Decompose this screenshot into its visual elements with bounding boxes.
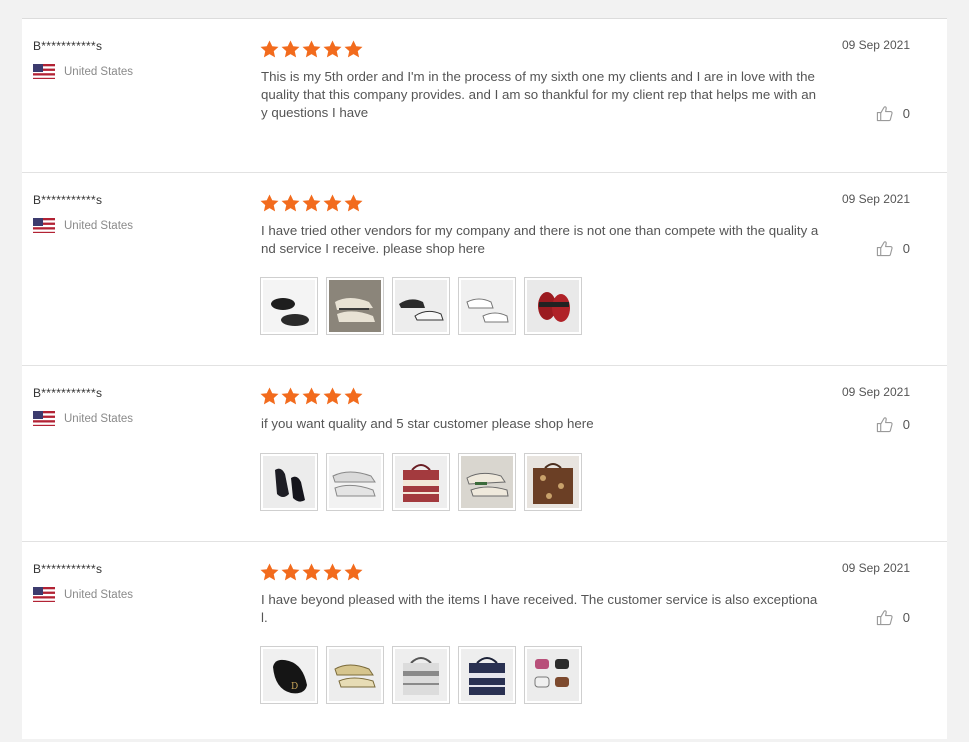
thumbs-up-icon[interactable] — [876, 609, 893, 626]
review-photo[interactable] — [524, 646, 582, 704]
review-photo[interactable] — [524, 453, 582, 511]
review-date: 09 Sep 2021 — [841, 192, 910, 206]
star-icon — [260, 387, 279, 405]
star-icon — [323, 387, 342, 405]
review-item: B***********s United States I have tried… — [22, 173, 947, 366]
thumbs-up-icon[interactable] — [876, 240, 893, 257]
review-photo[interactable] — [458, 453, 516, 511]
star-icon — [260, 40, 279, 58]
country-label: United States — [64, 219, 134, 232]
star-icon — [260, 194, 279, 212]
reviewer-country: United States — [33, 64, 133, 79]
review-photo[interactable] — [392, 646, 450, 704]
review-photos — [260, 453, 582, 511]
like-count: 0 — [902, 417, 910, 432]
reviews-panel: B***********s United States This is my 5… — [22, 18, 947, 739]
like-button[interactable]: 0 — [876, 240, 910, 257]
star-rating — [260, 194, 363, 212]
star-icon — [323, 563, 342, 581]
star-icon — [323, 40, 342, 58]
reviewer-name: B***********s — [33, 386, 103, 400]
review-item: B***********s United States I have beyon… — [22, 542, 947, 742]
review-photos: D — [260, 646, 582, 704]
review-photo[interactable] — [458, 277, 516, 335]
review-date: 09 Sep 2021 — [841, 385, 910, 399]
sneaker-image — [461, 456, 513, 508]
review-date: 09 Sep 2021 — [841, 561, 910, 575]
star-icon — [323, 194, 342, 212]
star-icon — [281, 563, 300, 581]
country-label: United States — [64, 588, 134, 601]
like-button[interactable]: 0 — [876, 609, 910, 626]
review-photo[interactable] — [326, 277, 384, 335]
us-flag-icon — [33, 218, 55, 233]
star-rating — [260, 563, 363, 581]
tote-bag-image — [395, 456, 447, 508]
reviewer-country: United States — [33, 587, 133, 602]
reviewer-country: United States — [33, 411, 133, 426]
sneaker-image — [263, 280, 315, 332]
review-photo[interactable] — [392, 277, 450, 335]
star-icon — [344, 40, 363, 58]
sneaker-image — [329, 456, 381, 508]
thumbs-up-icon[interactable] — [876, 416, 893, 433]
star-rating — [260, 387, 363, 405]
star-icon — [281, 387, 300, 405]
star-icon — [344, 194, 363, 212]
tote-bag-image — [527, 456, 579, 508]
sneaker-image — [329, 280, 381, 332]
us-flag-icon — [33, 64, 55, 79]
like-count: 0 — [902, 106, 910, 121]
star-rating — [260, 40, 363, 58]
star-icon — [260, 563, 279, 581]
star-icon — [302, 40, 321, 58]
review-photo[interactable] — [458, 646, 516, 704]
star-icon — [281, 40, 300, 58]
like-count: 0 — [902, 610, 910, 625]
star-icon — [344, 563, 363, 581]
sneaker-image — [395, 280, 447, 332]
like-button[interactable]: 0 — [876, 105, 910, 122]
saddle-bag-image: D — [263, 649, 315, 701]
reviewer-name: B***********s — [33, 562, 103, 576]
review-item: B***********s United States This is my 5… — [22, 19, 947, 173]
reviewer-name: B***********s — [33, 39, 103, 53]
review-item: B***********s United States if you want … — [22, 366, 947, 542]
sneaker-image — [461, 280, 513, 332]
tote-bag-image — [395, 649, 447, 701]
review-text: I have tried other vendors for my compan… — [261, 223, 819, 256]
thumbs-up-icon[interactable] — [876, 105, 893, 122]
review-photos — [260, 277, 582, 335]
country-label: United States — [64, 412, 134, 425]
us-flag-icon — [33, 587, 55, 602]
us-flag-icon — [33, 411, 55, 426]
reviewer-country: United States — [33, 218, 133, 233]
review-photo[interactable] — [260, 453, 318, 511]
sandal-image — [527, 280, 579, 332]
review-photo[interactable] — [392, 453, 450, 511]
review-photo[interactable]: D — [260, 646, 318, 704]
review-date: 09 Sep 2021 — [841, 38, 910, 52]
star-icon — [281, 194, 300, 212]
sandal-image — [263, 456, 315, 508]
sandal-image — [527, 649, 579, 701]
star-icon — [302, 194, 321, 212]
review-photo[interactable] — [326, 453, 384, 511]
star-icon — [302, 387, 321, 405]
sneaker-image — [329, 649, 381, 701]
tote-bag-image — [461, 649, 513, 701]
country-label: United States — [64, 65, 134, 78]
review-photo[interactable] — [524, 277, 582, 335]
svg-text:D: D — [291, 682, 298, 692]
review-photo[interactable] — [326, 646, 384, 704]
like-button[interactable]: 0 — [876, 416, 910, 433]
star-icon — [344, 387, 363, 405]
star-icon — [302, 563, 321, 581]
review-text: I have beyond pleased with the items I h… — [261, 592, 818, 625]
review-photo[interactable] — [260, 277, 318, 335]
review-text: if you want quality and 5 star customer … — [261, 416, 594, 431]
reviewer-name: B***********s — [33, 193, 103, 207]
review-text: This is my 5th order and I'm in the proc… — [261, 69, 817, 120]
like-count: 0 — [902, 241, 910, 256]
